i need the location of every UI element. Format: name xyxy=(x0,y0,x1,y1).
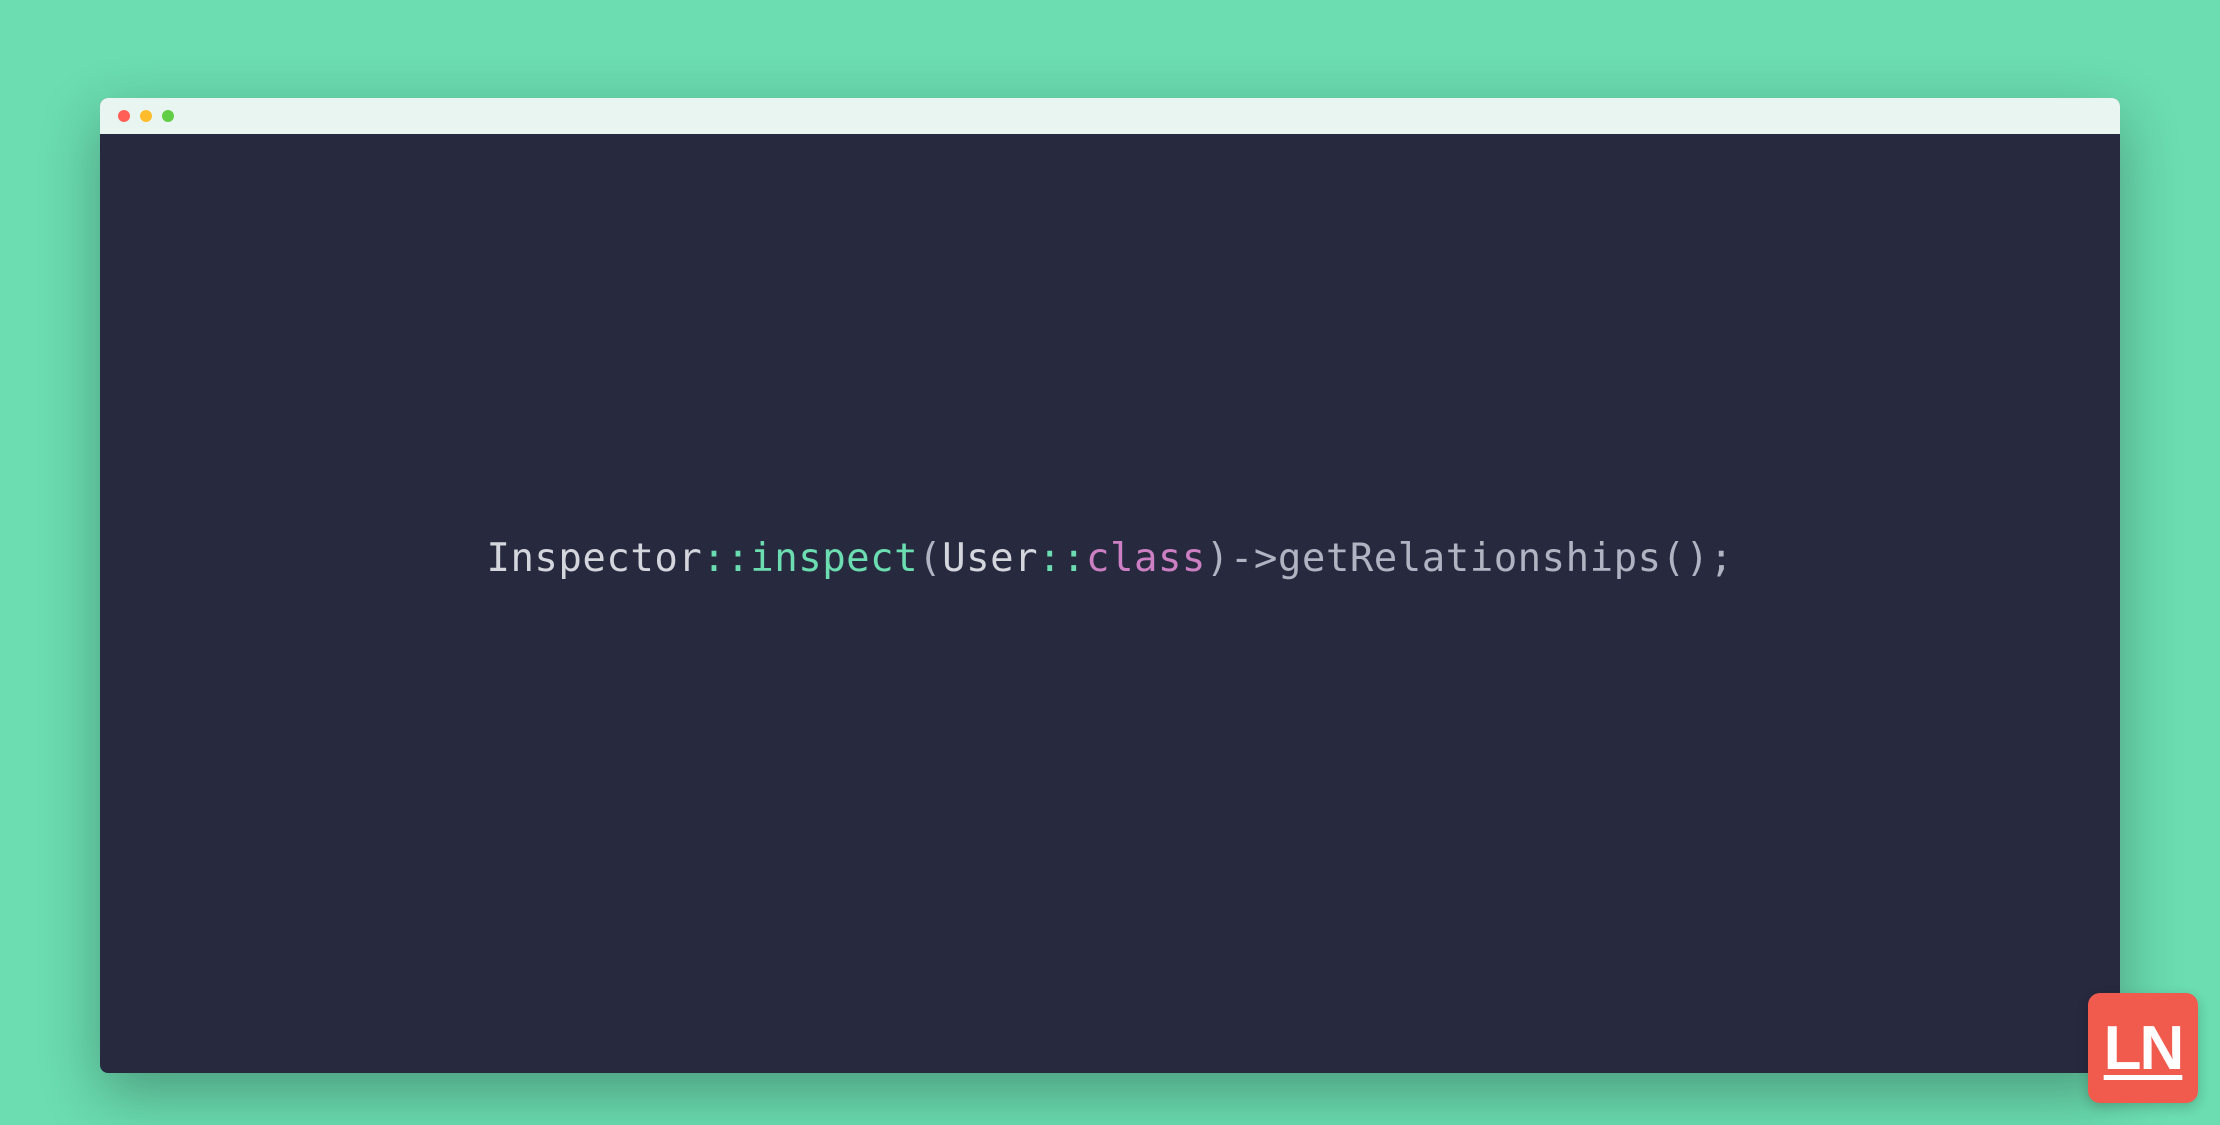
code-line: Inspector::inspect(User::class)->getRela… xyxy=(486,536,1733,581)
code-token-class: Inspector xyxy=(486,536,702,581)
code-token-method-highlight: inspect xyxy=(750,536,918,581)
minimize-icon[interactable] xyxy=(140,110,152,122)
code-token-method: getRelationships xyxy=(1278,536,1662,581)
logo-text: LN xyxy=(2104,1013,2183,1084)
code-token-paren: ) xyxy=(1686,536,1710,581)
editor-body: Inspector::inspect(User::class)->getRela… xyxy=(100,134,2120,1073)
code-token-param: User xyxy=(942,536,1038,581)
editor-window: Inspector::inspect(User::class)->getRela… xyxy=(100,98,2120,1073)
close-icon[interactable] xyxy=(118,110,130,122)
code-token-semicolon: ; xyxy=(1710,536,1734,581)
code-token-paren: ( xyxy=(1662,536,1686,581)
code-token-arrow: -> xyxy=(1230,536,1278,581)
code-token-scope: :: xyxy=(702,536,750,581)
code-token-paren: ) xyxy=(1206,536,1230,581)
maximize-icon[interactable] xyxy=(162,110,174,122)
logo-badge: LN xyxy=(2088,993,2198,1103)
code-token-paren: ( xyxy=(918,536,942,581)
window-title-bar xyxy=(100,98,2120,134)
code-token-keyword: class xyxy=(1086,536,1206,581)
code-token-scope: :: xyxy=(1038,536,1086,581)
